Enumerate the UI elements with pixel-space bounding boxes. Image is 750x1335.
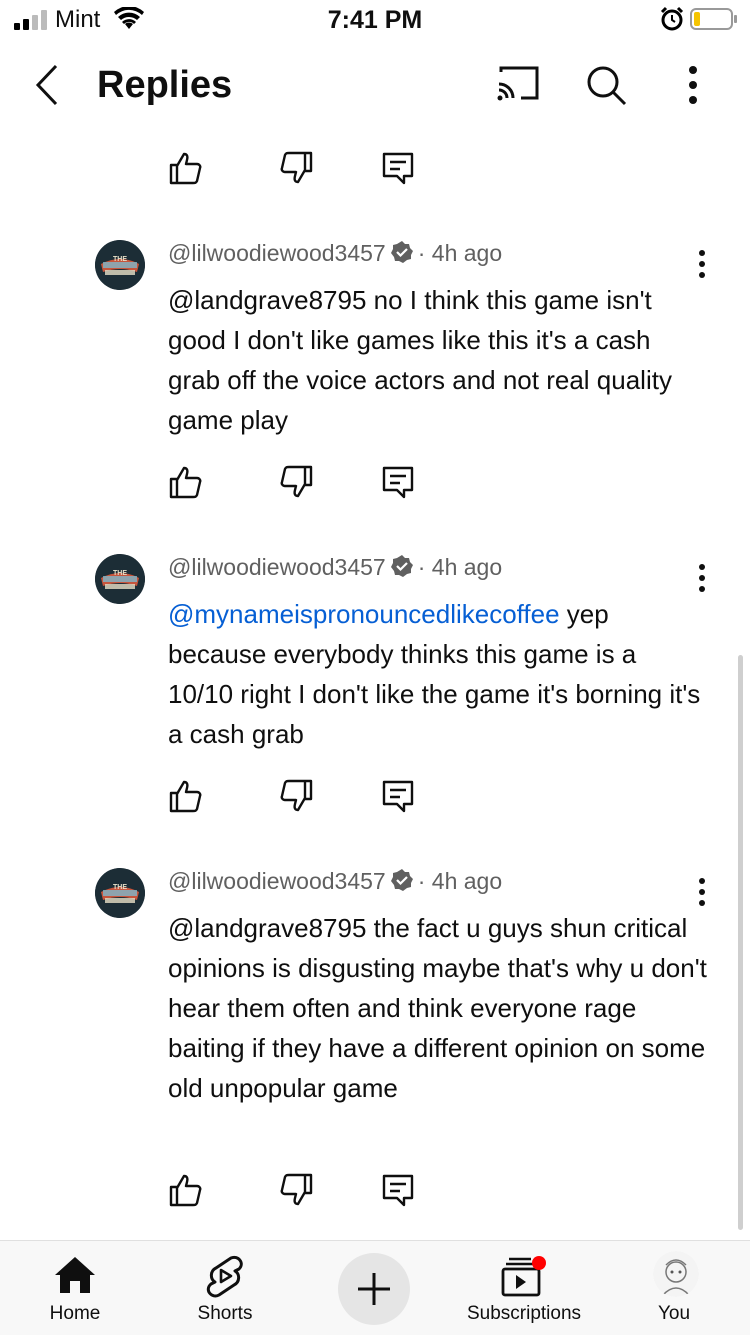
verified-badge-icon [390,869,413,891]
dislike-icon[interactable] [278,778,314,814]
home-icon [55,1257,95,1293]
comment-time: 4h ago [431,554,503,580]
shorts-icon [206,1255,243,1298]
comment-actions [168,150,428,190]
dislike-icon[interactable] [278,464,314,500]
clock: 7:41 PM [327,6,423,34]
nav-shorts[interactable]: Shorts [150,1241,300,1335]
plus-icon [358,1273,390,1305]
reply-icon[interactable] [380,464,416,500]
comment-author[interactable]: @lilwoodiewood3457 [168,868,386,894]
comment-time: 4h ago [431,240,503,266]
comment-more-icon[interactable] [690,246,714,282]
comment-more-icon[interactable] [690,560,714,596]
like-icon[interactable] [168,1172,204,1208]
svg-text:THE: THE [113,884,127,891]
comment-body: @landgrave8795 the fact u guys shun crit… [168,913,707,1103]
nav-home-label: Home [49,1303,101,1324]
comment-text: @landgrave8795 the fact u guys shun crit… [168,908,708,1108]
avatar[interactable]: THE [95,240,145,290]
verified-badge-icon [390,555,413,577]
search-icon[interactable] [583,62,629,108]
like-icon[interactable] [168,150,204,186]
nav-shorts-label: Shorts [197,1303,253,1324]
comment-actions [168,1172,428,1212]
page-title: Replies [97,64,233,106]
cast-icon[interactable] [495,64,541,104]
svg-text:THE: THE [113,256,127,263]
comment-more-icon[interactable] [690,874,714,910]
comment-author[interactable]: @lilwoodiewood3457 [168,554,386,580]
svg-text:THE: THE [113,570,127,577]
comment-actions [168,464,428,504]
nav-you-label: You [657,1303,691,1324]
comment-meta: @lilwoodiewood3457 · 4h ago [168,868,503,894]
create-button[interactable] [338,1253,410,1325]
comment-meta: @lilwoodiewood3457 · 4h ago [168,240,503,266]
comment-body: @landgrave8795 no I think this game isn'… [168,285,672,435]
alarm-icon [660,6,684,31]
comment-author[interactable]: @lilwoodiewood3457 [168,240,386,266]
app-header: Replies [0,50,750,122]
back-icon[interactable] [30,60,70,110]
comment-mention[interactable]: @mynameispronouncedlikecoffee [168,599,560,629]
comment-text: @landgrave8795 no I think this game isn'… [168,280,708,440]
dislike-icon[interactable] [278,150,314,186]
dislike-icon[interactable] [278,1172,314,1208]
reply-icon[interactable] [380,778,416,814]
bottom-nav: Home Shorts Subscriptions You [0,1240,750,1335]
verified-badge-icon [390,241,413,263]
comment-text: @mynameispronouncedlikecoffee yep becaus… [168,594,708,754]
nav-home[interactable]: Home [0,1241,150,1335]
status-bar: Mint 7:41 PM [0,0,750,40]
avatar[interactable]: THE [95,554,145,604]
like-icon[interactable] [168,778,204,814]
user-avatar[interactable] [653,1251,699,1297]
nav-subscriptions-label: Subscriptions [466,1303,582,1324]
reply-icon[interactable] [380,1172,416,1208]
subscriptions-icon [501,1256,546,1297]
like-icon[interactable] [168,464,204,500]
reply-icon[interactable] [380,150,416,186]
more-vert-icon[interactable] [680,62,706,108]
comment-time: 4h ago [431,868,503,894]
avatar[interactable]: THE [95,868,145,918]
battery-icon [690,8,737,30]
scrollbar[interactable] [738,655,743,1230]
comment-meta: @lilwoodiewood3457 · 4h ago [168,554,503,580]
nav-subscriptions[interactable]: Subscriptions [449,1241,599,1335]
comment-actions [168,778,428,818]
